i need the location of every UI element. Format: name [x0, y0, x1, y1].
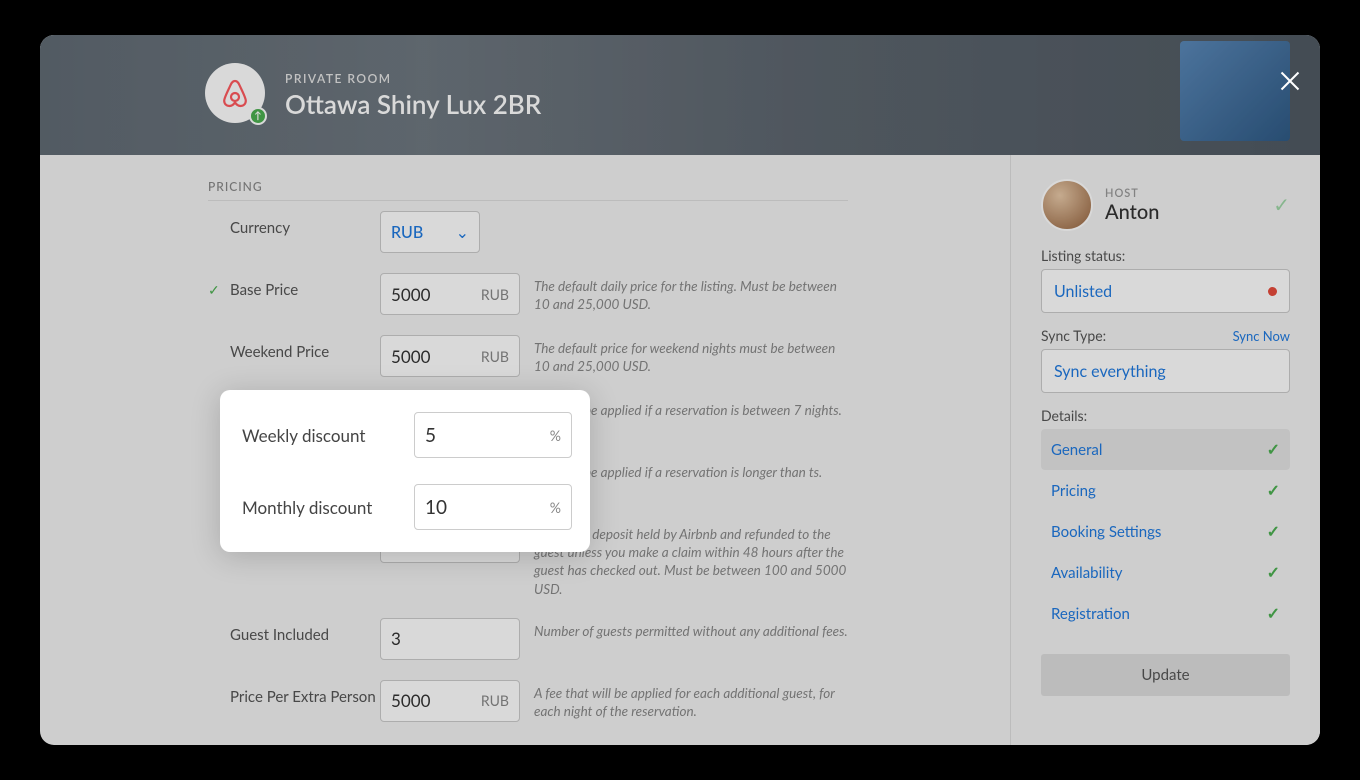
detail-label: Booking Settings	[1051, 523, 1161, 541]
detail-item-pricing[interactable]: Pricing ✓	[1041, 470, 1290, 511]
listing-title: Ottawa Shiny Lux 2BR	[285, 88, 541, 120]
upload-badge-icon	[249, 107, 267, 125]
weekend-price-input-wrap: RUB	[380, 335, 520, 377]
weekly-discount-input-wrap: %	[414, 412, 572, 458]
detail-item-availability[interactable]: Availability ✓	[1041, 552, 1290, 593]
check-icon: ✓	[1267, 440, 1280, 459]
row-price-per-extra: ✓Price Per Extra Person RUB A fee that w…	[208, 680, 848, 722]
details-label: Details:	[1041, 407, 1290, 424]
listing-settings-modal: PRIVATE ROOM Ottawa Shiny Lux 2BR PRICIN…	[40, 35, 1320, 745]
host-label: HOST	[1105, 187, 1159, 200]
weekly-discount-input[interactable]	[425, 424, 550, 447]
price-per-extra-input-wrap: RUB	[380, 680, 520, 722]
row-guest-included: ✓Guest Included Number of guests permitt…	[208, 618, 848, 660]
host-avatar	[1041, 179, 1093, 231]
detail-item-registration[interactable]: Registration ✓	[1041, 593, 1290, 634]
price-per-extra-input[interactable]	[391, 690, 481, 711]
platform-logo-badge	[205, 63, 265, 123]
row-max-cleaning: Maximum cleaning fee is (600 USD + 25% n…	[208, 742, 848, 745]
check-icon: ✓	[1267, 481, 1280, 500]
label-monthly-discount: Monthly discount	[242, 497, 414, 518]
suffix-rub: RUB	[481, 348, 509, 365]
base-price-input[interactable]	[391, 284, 481, 305]
discount-highlight-card: Weekly discount % Monthly discount %	[220, 390, 590, 552]
check-icon: ✓	[1267, 563, 1280, 582]
guest-included-input-wrap	[380, 618, 520, 660]
check-icon: ✓	[1267, 604, 1280, 623]
label-base-price: Base Price	[230, 281, 298, 299]
detail-item-general[interactable]: General ✓	[1041, 429, 1290, 470]
details-list: General ✓ Pricing ✓ Booking Settings ✓ A…	[1041, 429, 1290, 634]
section-label-pricing: PRICING	[208, 179, 970, 194]
row-currency: ✓Currency RUB ⌄	[208, 211, 848, 253]
weekend-price-input[interactable]	[391, 346, 481, 367]
label-weekly-discount: Weekly discount	[242, 425, 414, 446]
row-weekend-price: ✓Weekend Price RUB The default price for…	[208, 335, 848, 377]
detail-label: Pricing	[1051, 482, 1096, 500]
detail-item-booking-settings[interactable]: Booking Settings ✓	[1041, 511, 1290, 552]
chevron-down-icon: ⌄	[456, 223, 469, 242]
update-button[interactable]: Update	[1041, 654, 1290, 696]
help-weekend-price: The default price for weekend nights mus…	[520, 335, 848, 375]
detail-label: Availability	[1051, 564, 1122, 582]
label-weekend-price: Weekend Price	[230, 343, 329, 361]
row-weekly-discount: Weekly discount %	[242, 412, 572, 458]
help-base-price: The default daily price for the listing.…	[520, 273, 848, 313]
status-dot-icon	[1268, 287, 1277, 296]
currency-select[interactable]: RUB ⌄	[380, 211, 480, 253]
help-price-per-extra: A fee that will be applied for each addi…	[520, 680, 848, 720]
label-currency: Currency	[230, 219, 290, 237]
sync-now-link[interactable]: Sync Now	[1233, 328, 1290, 344]
host-row: HOST Anton ✓	[1041, 179, 1290, 231]
guest-included-input[interactable]	[391, 628, 509, 649]
suffix-percent: %	[550, 499, 561, 516]
row-monthly-discount: Monthly discount %	[242, 484, 572, 530]
listing-status-label: Listing status:	[1041, 247, 1290, 264]
base-price-input-wrap: RUB	[380, 273, 520, 315]
suffix-percent: %	[550, 427, 561, 444]
check-icon: ✓	[1273, 193, 1290, 217]
currency-value: RUB	[391, 223, 423, 242]
sync-type-value: Sync everything	[1054, 362, 1166, 381]
listing-status-value: Unlisted	[1054, 282, 1112, 301]
check-icon: ✓	[208, 281, 224, 299]
listing-status-select[interactable]: Unlisted	[1041, 269, 1290, 313]
detail-label: Registration	[1051, 605, 1130, 623]
sync-type-label: Sync Type:	[1041, 327, 1106, 344]
monthly-discount-input-wrap: %	[414, 484, 572, 530]
suffix-rub: RUB	[481, 286, 509, 303]
monthly-discount-input[interactable]	[425, 496, 550, 519]
detail-label: General	[1051, 441, 1102, 459]
suffix-rub: RUB	[481, 692, 509, 709]
sync-type-select[interactable]: Sync everything	[1041, 349, 1290, 393]
row-base-price: ✓ Base Price RUB The default daily price …	[208, 273, 848, 315]
help-max-cleaning: Maximum cleaning fee is (600 USD + 25% n…	[520, 742, 848, 745]
sidebar: HOST Anton ✓ Listing status: Unlisted Sy…	[1010, 155, 1320, 745]
label-price-per-extra: Price Per Extra Person	[230, 688, 376, 706]
hero-thumbnail	[1180, 41, 1290, 141]
listing-type-eyebrow: PRIVATE ROOM	[285, 71, 541, 86]
modal-header: PRIVATE ROOM Ottawa Shiny Lux 2BR	[40, 35, 1320, 155]
help-guest-included: Number of guests permitted without any a…	[520, 618, 848, 640]
label-guest-included: Guest Included	[230, 626, 329, 644]
host-name: Anton	[1105, 200, 1159, 224]
close-icon[interactable]	[1276, 67, 1304, 95]
airbnb-icon	[219, 77, 251, 109]
check-icon: ✓	[1267, 522, 1280, 541]
divider	[208, 200, 848, 201]
